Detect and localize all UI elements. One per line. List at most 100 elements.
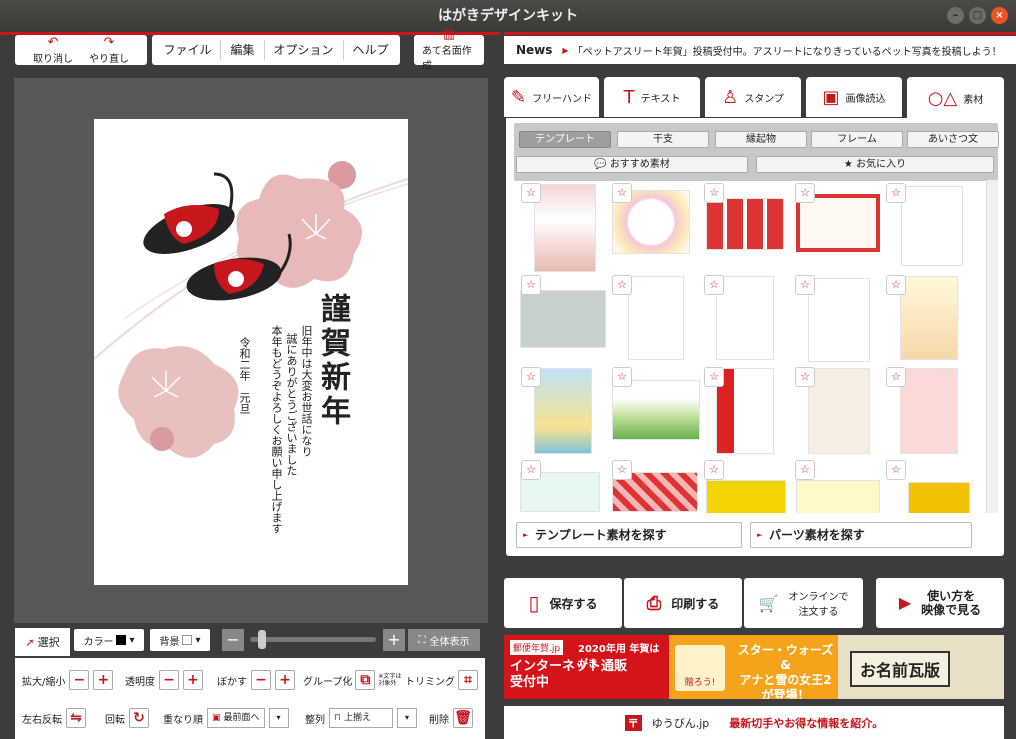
template-thumbnail[interactable] [716,276,774,360]
favorite-star-icon[interactable]: ☆ [795,183,815,203]
favorite-star-icon[interactable]: ☆ [704,460,724,480]
favorite-star-icon[interactable]: ☆ [612,275,632,295]
banner-onamae[interactable]: お名前瓦版 [838,635,1004,699]
blur-down-button[interactable]: − [251,670,271,690]
address-side-button[interactable]: ▥ あて名面作成 [414,28,484,72]
rotate-button[interactable]: ↻ [129,708,149,728]
opacity-down-button[interactable]: − [159,670,179,690]
favorite-star-icon[interactable]: ☆ [795,275,815,295]
tab-materials[interactable]: ○△ 素材 [907,77,1004,119]
template-thumbnail[interactable] [796,480,880,513]
menu-edit[interactable]: 編集 [221,40,265,60]
template-thumbnail[interactable] [716,368,774,454]
tab-text[interactable]: T テキスト [604,77,700,117]
template-thumbnail[interactable] [901,186,963,266]
template-thumbnail[interactable] [706,480,786,513]
category-selector: テンプレート 干支 縁起物 フレーム あいさつ文 💬 おすすめ素材 ★ お気に入… [514,123,999,181]
favorite-star-icon[interactable]: ☆ [704,183,724,203]
order-select[interactable]: ▣ 最前面へ [207,708,265,728]
template-thumbnail[interactable] [900,276,958,360]
template-thumbnail[interactable] [908,482,970,513]
banner-starwars[interactable]: 贈ろう! スター・ウォーズ& アナと雪の女王2 が登場！ [669,635,838,699]
category-frame[interactable]: フレーム [811,131,903,148]
online-order-button[interactable]: 🛒 オンラインで 注文する [744,578,863,628]
banner-nenga-shop[interactable]: 郵便年賀.jp 2020年用 年賀はがき インターネット通販 受付中 [504,635,669,699]
category-favorites[interactable]: ★ お気に入り [756,156,994,173]
template-thumbnail[interactable] [534,368,592,454]
find-template-button[interactable]: テンプレート素材を探す [516,522,742,548]
news-ticker[interactable]: News ▶ 「ペットアスリート年賀」投稿受付中。アスリートになりきっているペット写… [504,36,1016,64]
favorite-star-icon[interactable]: ☆ [612,367,632,387]
category-engimono[interactable]: 縁起物 [715,131,807,148]
align-dropdown[interactable]: ▾ [397,708,417,728]
tab-image-import[interactable]: ▣ 画像読込 [806,77,902,117]
select-tool-button[interactable]: ➚ 選択 [15,628,70,656]
template-thumbnail[interactable] [534,184,596,272]
category-eto[interactable]: 干支 [617,131,709,148]
minimize-button[interactable]: – [947,7,964,24]
save-button[interactable]: ▯ 保存する [504,578,622,628]
zoom-out-button[interactable]: − [222,629,244,651]
zoom-slider-handle[interactable] [258,630,266,649]
color-picker[interactable]: カラー ▾ [74,629,144,651]
blur-up-button[interactable]: + [275,670,295,690]
tab-stamp[interactable]: ♙ スタンプ [705,77,801,117]
favorite-star-icon[interactable]: ☆ [795,460,815,480]
favorite-star-icon[interactable]: ☆ [612,183,632,203]
category-recommended[interactable]: 💬 おすすめ素材 [516,156,748,173]
template-grid: ☆ ☆ ☆ ☆ ☆ ☆ ☆ ☆ ☆ ☆ ☆ ☆ ☆ ☆ ☆ ☆ ☆ ☆ ☆ ☆ [516,180,986,513]
template-thumbnail[interactable] [900,368,958,454]
favorite-star-icon[interactable]: ☆ [521,183,541,203]
favorite-star-icon[interactable]: ☆ [704,367,724,387]
layer-icon: ▣ [212,713,221,723]
flip-button[interactable]: ⇋ [66,708,86,728]
menu-file[interactable]: ファイル [154,40,222,60]
favorite-star-icon[interactable]: ☆ [795,367,815,387]
order-dropdown[interactable]: ▾ [268,708,289,728]
opacity-up-button[interactable]: + [183,670,203,690]
undo-button[interactable]: ↶ 取り消し [25,35,81,65]
zoom-slider[interactable] [250,630,376,649]
template-thumbnail[interactable] [808,368,870,454]
fit-all-button[interactable]: ⛶ 全体表示 [408,629,480,651]
delete-button[interactable]: 🗑 [453,708,473,728]
category-template[interactable]: テンプレート [519,131,611,148]
template-thumbnail[interactable] [808,278,870,362]
favorite-star-icon[interactable]: ☆ [886,183,906,203]
group-button[interactable]: ⧉ [355,670,376,690]
favorite-star-icon[interactable]: ☆ [704,275,724,295]
tab-freehand[interactable]: ✎ フリーハンド [504,77,599,117]
menu-help[interactable]: ヘルプ [344,40,398,60]
favorite-star-icon[interactable]: ☆ [612,460,632,480]
favorite-star-icon[interactable]: ☆ [886,460,906,480]
maximize-button[interactable]: □ [969,7,986,24]
template-scrollbar[interactable] [986,180,998,513]
close-button[interactable]: × [991,7,1008,24]
scale-down-button[interactable]: − [69,670,90,690]
card-message-3: 本年もどうぞよろしくお願い申し上げます [270,325,283,534]
print-button[interactable]: ⎙ 印刷する [624,578,742,628]
redo-button[interactable]: ↷ やり直し [81,35,137,65]
template-thumbnail[interactable] [706,198,784,250]
post-logo-icon: 〒 [624,714,642,731]
zoom-in-button[interactable]: + [383,629,405,651]
scale-up-button[interactable]: + [93,670,114,690]
favorite-star-icon[interactable]: ☆ [886,275,906,295]
favorite-star-icon[interactable]: ☆ [521,460,541,480]
template-thumbnail[interactable] [520,290,606,348]
align-select[interactable]: ⊓ 上揃え [329,708,393,728]
yubin-banner[interactable]: 〒 ゆうびん.jp 最新切手やお得な情報を紹介。 [504,706,1004,739]
postcard[interactable]: 謹賀新年 旧年中は大変お世話になり 誠にありがとうございました 本年もどうぞよろ… [94,119,408,585]
howto-video-button[interactable]: ▶ 使い方を 映像で見る [876,578,1004,628]
menu-options[interactable]: オプション [265,40,344,60]
background-picker[interactable]: 背景 ▾ [150,629,210,651]
template-thumbnail[interactable] [628,276,684,360]
find-parts-button[interactable]: パーツ素材を探す [750,522,972,548]
trim-button[interactable]: ⌗ [458,670,478,690]
favorite-star-icon[interactable]: ☆ [886,367,906,387]
favorite-star-icon[interactable]: ☆ [521,275,541,295]
tool-tabs: ✎ フリーハンド T テキスト ♙ スタンプ ▣ 画像読込 ○△ 素材 [504,77,1004,119]
category-greeting[interactable]: あいさつ文 [907,131,999,148]
template-thumbnail[interactable] [612,380,700,440]
favorite-star-icon[interactable]: ☆ [521,367,541,387]
